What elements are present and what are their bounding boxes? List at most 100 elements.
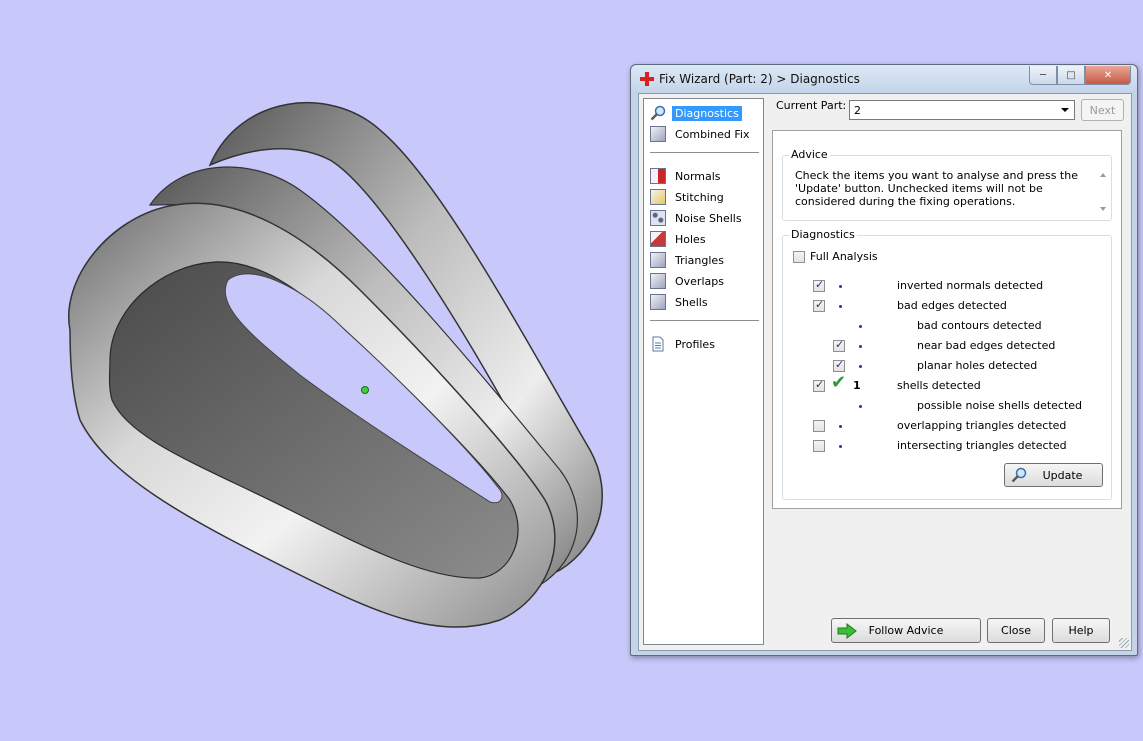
bad-edges-checkbox[interactable] (813, 298, 825, 312)
nav-label: Profiles (675, 337, 715, 351)
next-label: Next (1089, 103, 1116, 117)
next-button[interactable]: Next (1081, 99, 1124, 121)
nav-divider (650, 320, 759, 321)
nav-label: Diagnostics (672, 105, 742, 121)
nav-item-shells[interactable]: Shells (650, 293, 711, 311)
maximize-button[interactable]: □ (1057, 66, 1085, 85)
nav-label: Combined Fix (675, 127, 750, 141)
inverted-normals-checkbox[interactable] (813, 278, 825, 292)
center-marker (361, 386, 369, 394)
advice-group: Advice Check the items you want to analy… (782, 148, 1112, 221)
close-button[interactable]: Close (987, 618, 1045, 643)
nav-label: Overlaps (675, 274, 724, 288)
bullet (859, 405, 862, 408)
minimize-icon: ─ (1039, 69, 1047, 81)
scroll-up-icon (1100, 173, 1106, 177)
magnifier-icon (650, 105, 666, 121)
resize-grip[interactable] (1119, 638, 1129, 648)
nav-item-overlaps[interactable]: Overlaps (650, 272, 727, 290)
planar-holes-label: planar holes detected (917, 359, 1038, 372)
intersecting-triangles-label: intersecting triangles detected (897, 439, 1067, 452)
nav-label: Shells (675, 295, 708, 309)
near-bad-edges-checkbox[interactable] (833, 338, 845, 352)
nav-item-combined-fix[interactable]: Combined Fix (650, 125, 752, 143)
nav-label: Triangles (675, 253, 724, 267)
near-bad-edges-label: near bad edges detected (917, 339, 1056, 352)
advice-text: Check the items you want to analyse and … (795, 169, 1078, 208)
3d-viewport[interactable] (0, 0, 630, 741)
nav-item-stitching[interactable]: Stitching (650, 188, 727, 206)
part-model (68, 102, 603, 628)
minimize-button[interactable]: ─ (1029, 66, 1057, 85)
nav-label: Holes (675, 232, 706, 246)
shells-checkbox[interactable] (813, 378, 825, 392)
current-part-value: 2 (854, 104, 861, 117)
scroll-down-icon (1100, 207, 1106, 211)
overlaps-icon (650, 273, 666, 289)
shells-count: 1 (853, 379, 861, 392)
current-part-label: Current Part: (776, 99, 847, 112)
nav-label: Noise Shells (675, 211, 742, 225)
chevron-down-icon (1061, 108, 1069, 112)
normals-icon (650, 168, 666, 184)
noise-shells-icon (650, 210, 666, 226)
update-button[interactable]: Update (1004, 463, 1103, 487)
stitching-icon (650, 189, 666, 205)
dialog-client: Diagnostics Combined Fix Normals Stitchi… (638, 93, 1132, 651)
holes-icon (650, 231, 666, 247)
planar-holes-checkbox[interactable] (833, 358, 845, 372)
shells-icon (650, 294, 666, 310)
diagnostics-panel: Advice Check the items you want to analy… (772, 130, 1122, 509)
full-analysis-label: Full Analysis (810, 250, 878, 263)
nav-item-diagnostics[interactable]: Diagnostics (650, 104, 742, 122)
full-analysis-checkbox[interactable] (793, 251, 805, 263)
nav-item-holes[interactable]: Holes (650, 230, 709, 248)
red-cross-icon (640, 72, 654, 86)
title-bar[interactable]: Fix Wizard (Part: 2) > Diagnostics ─ □ ✕ (631, 65, 1137, 93)
diagnostics-title: Diagnostics (789, 228, 857, 241)
shells-label: shells detected (897, 379, 981, 392)
current-part-select[interactable]: 2 (849, 100, 1075, 120)
advice-title: Advice (789, 148, 830, 161)
close-label: Close (1001, 624, 1031, 637)
bullet (839, 285, 842, 288)
bullet (839, 305, 842, 308)
nav-item-profiles[interactable]: Profiles (650, 335, 718, 353)
overlapping-triangles-checkbox[interactable] (813, 420, 825, 432)
green-arrow-icon (837, 623, 857, 639)
help-button[interactable]: Help (1052, 618, 1110, 643)
nav-divider (650, 152, 759, 153)
nav-item-noise-shells[interactable]: Noise Shells (650, 209, 745, 227)
help-label: Help (1068, 624, 1094, 637)
nav-item-normals[interactable]: Normals (650, 167, 724, 185)
intersecting-triangles-checkbox[interactable] (813, 440, 825, 452)
fix-wizard-window: Fix Wizard (Part: 2) > Diagnostics ─ □ ✕… (630, 64, 1138, 656)
bad-edges-label: bad edges detected (897, 299, 1007, 312)
bullet (859, 345, 862, 348)
follow-advice-button[interactable]: Follow Advice (831, 618, 981, 643)
bullet (839, 425, 842, 428)
advice-scrollbar[interactable] (1096, 168, 1110, 216)
bullet (859, 365, 862, 368)
follow-advice-label: Follow Advice (868, 624, 944, 637)
bullet (839, 445, 842, 448)
close-window-button[interactable]: ✕ (1085, 66, 1131, 85)
document-icon (652, 336, 664, 352)
bullet (859, 325, 862, 328)
combined-fix-icon (650, 126, 666, 142)
close-icon: ✕ (1103, 69, 1113, 81)
nav-item-triangles[interactable]: Triangles (650, 251, 727, 269)
wizard-nav: Diagnostics Combined Fix Normals Stitchi… (643, 98, 764, 645)
bad-contours-label: bad contours detected (917, 319, 1042, 332)
triangles-icon (650, 252, 666, 268)
update-label: Update (1042, 468, 1083, 482)
inverted-normals-label: inverted normals detected (897, 279, 1044, 292)
window-title: Fix Wizard (Part: 2) > Diagnostics (659, 72, 860, 86)
overlapping-triangles-label: overlapping triangles detected (897, 419, 1067, 432)
magnifier-icon (1011, 467, 1027, 483)
nav-label: Normals (675, 169, 721, 183)
nav-label: Stitching (675, 190, 724, 204)
noise-shells-label: possible noise shells detected (917, 399, 1083, 412)
maximize-icon: □ (1066, 69, 1076, 81)
check-ok-icon: ✔ (831, 372, 847, 393)
